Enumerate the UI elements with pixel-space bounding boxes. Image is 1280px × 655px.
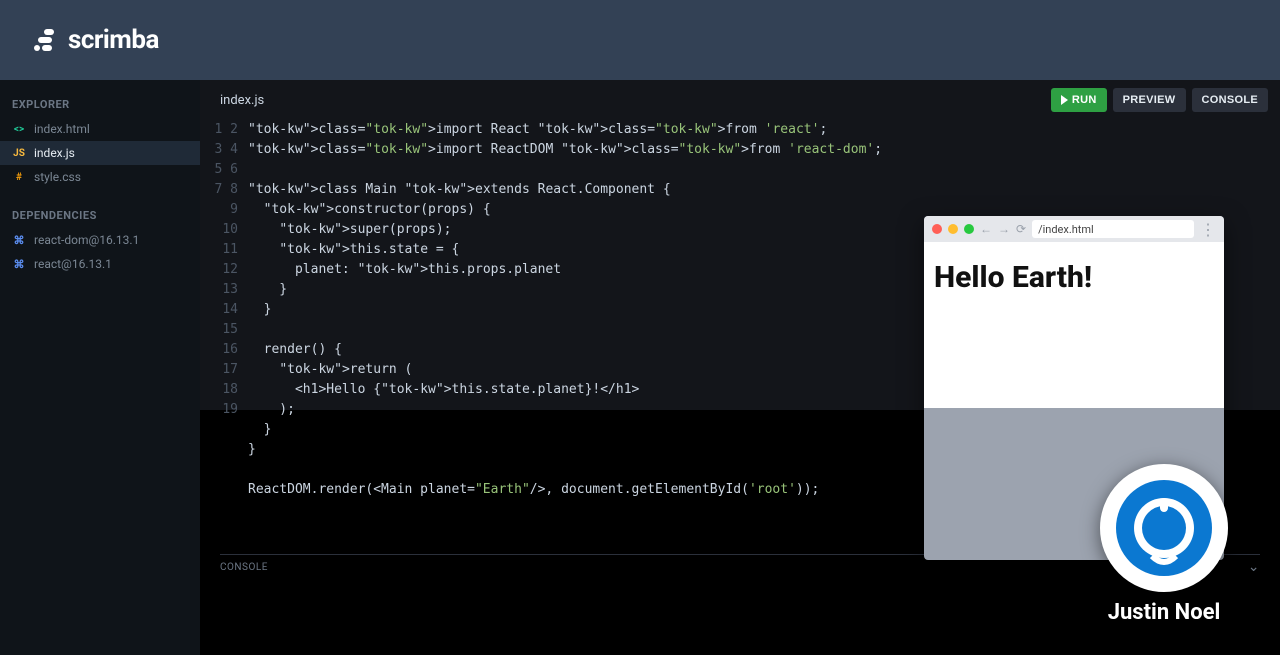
- window-zoom-icon[interactable]: [964, 224, 974, 234]
- more-menu-icon[interactable]: ⋮: [1200, 220, 1216, 239]
- file-item-index-html[interactable]: <> index.html: [0, 117, 200, 141]
- play-icon: [1061, 95, 1068, 105]
- preview-viewport: Hello Earth!: [924, 242, 1224, 408]
- brand-name: scrimba: [68, 25, 159, 55]
- chevron-down-icon[interactable]: ⌄: [1248, 559, 1260, 575]
- presenter-name: Justin Noel: [1100, 600, 1228, 625]
- run-button[interactable]: RUN: [1051, 88, 1107, 112]
- preview-url: /index.html: [1038, 223, 1094, 236]
- editor-pane: index.js RUN PREVIEW CONSOLE 1 2 3 4 5 6…: [200, 80, 1280, 655]
- file-label: index.js: [34, 146, 75, 160]
- avatar-icon: [1114, 478, 1214, 578]
- presenter-badge: Justin Noel: [1100, 464, 1228, 625]
- package-icon: ⌘: [12, 258, 26, 271]
- explorer-heading: EXPLORER: [0, 92, 200, 117]
- file-item-style-css[interactable]: # style.css: [0, 165, 200, 189]
- file-item-index-js[interactable]: JS index.js: [0, 141, 200, 165]
- dependency-item-react[interactable]: ⌘ react@16.13.1: [0, 252, 200, 276]
- presenter-avatar[interactable]: [1100, 464, 1228, 592]
- preview-output: Hello Earth!: [934, 260, 1214, 295]
- app-header: scrimba: [0, 0, 1280, 80]
- forward-icon[interactable]: →: [998, 222, 1010, 236]
- file-explorer-sidebar: EXPLORER <> index.html JS index.js # sty…: [0, 80, 200, 655]
- brand-logo[interactable]: scrimba: [34, 25, 159, 55]
- console-label: CONSOLE: [220, 562, 268, 573]
- open-file-tab[interactable]: index.js: [220, 93, 264, 108]
- dependency-label: react-dom@16.13.1: [34, 233, 139, 247]
- code-content[interactable]: "tok-kw">class="tok-kw">import React "to…: [248, 120, 882, 500]
- refresh-icon[interactable]: ⟳: [1016, 222, 1026, 236]
- console-button[interactable]: CONSOLE: [1192, 88, 1269, 112]
- window-minimize-icon[interactable]: [948, 224, 958, 234]
- js-file-icon: JS: [12, 148, 26, 159]
- css-file-icon: #: [12, 172, 26, 183]
- preview-chrome-bar: ← → ⟳ /index.html ⋮: [924, 216, 1224, 242]
- line-number-gutter: 1 2 3 4 5 6 7 8 9 10 11 12 13 14 15 16 1…: [212, 120, 248, 500]
- preview-button[interactable]: PREVIEW: [1113, 88, 1186, 112]
- file-label: style.css: [34, 170, 81, 184]
- back-icon[interactable]: ←: [980, 222, 992, 236]
- html-file-icon: <>: [12, 124, 26, 135]
- dependency-item-react-dom[interactable]: ⌘ react-dom@16.13.1: [0, 228, 200, 252]
- run-label: RUN: [1072, 94, 1097, 106]
- dependency-label: react@16.13.1: [34, 257, 112, 271]
- preview-address-bar[interactable]: /index.html: [1032, 220, 1194, 238]
- file-label: index.html: [34, 122, 90, 136]
- package-icon: ⌘: [12, 234, 26, 247]
- scrimba-mark-icon: [34, 29, 60, 51]
- window-close-icon[interactable]: [932, 224, 942, 234]
- dependencies-heading: DEPENDENCIES: [0, 203, 200, 228]
